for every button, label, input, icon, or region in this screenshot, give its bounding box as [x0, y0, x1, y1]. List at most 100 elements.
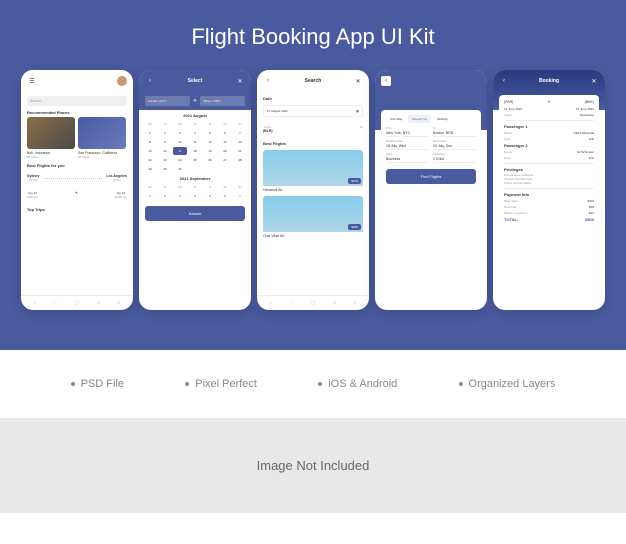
cal-day[interactable]: 22 — [143, 156, 157, 164]
cal-day[interactable]: 11 — [188, 138, 202, 146]
features-row: PSD File Pixel Perfect iOS & Android Org… — [0, 350, 626, 418]
back-icon[interactable]: ‹ — [263, 76, 273, 86]
best-flights-label: Best Flights for you — [27, 163, 127, 168]
cal-day[interactable]: 19 — [203, 147, 217, 155]
tab-oneway[interactable]: One Way — [386, 115, 406, 123]
cal-day[interactable]: 9 — [158, 138, 172, 146]
feature-item: Organized Layers — [459, 378, 556, 390]
cal-day[interactable]: 28 — [233, 156, 247, 164]
screen-select: ‹ Select ✕ London (LCY) ✈ Tokyo ( NRT) 2… — [139, 70, 251, 310]
name-value: Olivia Weissnat — [573, 131, 594, 135]
user-icon[interactable]: ☺ — [332, 300, 337, 306]
cal-day[interactable]: 6 — [218, 192, 232, 200]
menu-icon[interactable]: ☰ — [27, 76, 37, 86]
tab-roundtrip[interactable]: Round Trip — [408, 115, 431, 123]
cal-day[interactable]: 4 — [188, 192, 202, 200]
flight-name: Cras Vitae Air — [263, 234, 363, 238]
cal-day[interactable]: 10 — [173, 138, 187, 146]
cal-day[interactable]: 2 — [158, 192, 172, 200]
back-icon[interactable]: ‹ — [381, 76, 391, 86]
close-icon[interactable]: ✕ — [589, 76, 599, 86]
place-card[interactable]: Bali, Indonesia 98 Visits — [27, 117, 75, 159]
cal-day[interactable]: 3 — [173, 129, 187, 137]
dep-date: 12 June 2021 — [504, 107, 522, 111]
close-icon[interactable]: ✕ — [353, 76, 363, 86]
user-icon[interactable]: ☺ — [96, 300, 101, 306]
cal-day-selected[interactable]: 17 — [173, 147, 187, 155]
cal-day[interactable]: 24 — [173, 156, 187, 164]
cal-day[interactable]: 4 — [188, 129, 202, 137]
from-value[interactable]: (BLR) — [263, 129, 273, 133]
divider — [504, 120, 594, 121]
to-select[interactable]: Tokyo ( NRT) — [200, 96, 245, 106]
dest-label: Dest Fee: — [504, 205, 517, 209]
more-icon[interactable]: ≡ — [118, 300, 121, 306]
find-flights-button[interactable]: Find Flights — [386, 169, 476, 184]
calendar-icon[interactable]: ▢ — [310, 300, 315, 306]
to-field[interactable]: Boston, BOS — [433, 130, 476, 137]
total-row: TOTAL:$500 — [504, 217, 594, 222]
home-icon[interactable]: ⌂ — [33, 300, 36, 306]
flight-card[interactable]: $370 Hendrerit Air — [263, 150, 363, 192]
cal-day[interactable]: 30 — [158, 165, 172, 173]
cal-day[interactable]: 13 — [218, 138, 232, 146]
flight-card[interactable]: $290 Cras Vitae Air — [263, 196, 363, 238]
flight-route[interactable]: Sydney (SYD) Los Angeles (LAX) — [21, 170, 133, 187]
cal-day[interactable]: 25 — [188, 156, 202, 164]
cal-day[interactable]: 15 — [143, 147, 157, 155]
cal-day[interactable]: 29 — [143, 165, 157, 173]
ret-field[interactable]: 23 July, Sun — [433, 143, 476, 150]
cal-day[interactable]: 26 — [203, 156, 217, 164]
cal-day[interactable]: 23 — [158, 156, 172, 164]
name-value: Gil Schmeler — [577, 150, 594, 154]
cal-day[interactable]: 5 — [203, 129, 217, 137]
cal-day[interactable]: 18 — [188, 147, 202, 155]
cal-day[interactable]: 2 — [158, 129, 172, 137]
flight-price: $370 — [348, 178, 361, 184]
from-select[interactable]: London (LCY) — [145, 96, 190, 106]
search-input[interactable]: Search ... — [27, 96, 127, 106]
plane-icon: ✈ — [548, 100, 551, 104]
home-icon[interactable]: ⌂ — [269, 300, 272, 306]
calendar-grid: Mo Tu We Th Fr Sa Su 1234567 — [139, 184, 251, 200]
route-selector: London (LCY) ✈ Tokyo ( NRT) — [139, 92, 251, 110]
bullet-icon — [459, 382, 463, 386]
flight-name: Hendrerit Air — [263, 188, 363, 192]
class-value: Bussiness — [580, 113, 594, 117]
close-icon[interactable]: ✕ — [235, 76, 245, 86]
cal-day[interactable]: 7 — [233, 192, 247, 200]
cal-day[interactable]: 21 — [233, 147, 247, 155]
cal-day[interactable]: 8 — [143, 138, 157, 146]
name-label: Name: — [504, 150, 513, 154]
search-button[interactable]: Search — [145, 206, 245, 221]
class-field[interactable]: Business — [386, 156, 429, 163]
cal-day[interactable]: 20 — [218, 147, 232, 155]
pax-field[interactable]: 2 Child — [433, 156, 476, 163]
cal-day[interactable]: 12 — [203, 138, 217, 146]
cal-day[interactable]: 14 — [233, 138, 247, 146]
bullet-icon — [71, 382, 75, 386]
place-image — [78, 117, 126, 149]
back-icon[interactable]: ‹ — [499, 76, 509, 86]
cal-day[interactable]: 5 — [203, 192, 217, 200]
place-card[interactable]: San Francisco, California 54 Visits — [78, 117, 126, 159]
more-icon[interactable]: ≡ — [354, 300, 357, 306]
calendar-icon[interactable]: ▢ — [74, 300, 79, 306]
cal-day[interactable]: 6 — [218, 129, 232, 137]
tab-multicity[interactable]: Multicity — [433, 115, 452, 123]
priv-label: Privileges — [504, 167, 594, 172]
cal-day[interactable]: 31 — [173, 165, 187, 173]
cal-day[interactable]: 27 — [218, 156, 232, 164]
cal-day[interactable]: 1 — [143, 129, 157, 137]
avatar[interactable] — [117, 76, 127, 86]
dep-field[interactable]: 18 July, Wed — [386, 143, 429, 150]
heart-icon[interactable]: ♡ — [289, 300, 293, 306]
back-icon[interactable]: ‹ — [145, 76, 155, 86]
heart-icon[interactable]: ♡ — [53, 300, 57, 306]
date-field[interactable]: 17 August 2021 ▦ — [263, 105, 363, 117]
cal-day[interactable]: 16 — [158, 147, 172, 155]
from-field[interactable]: New York, NYC — [386, 130, 429, 137]
cal-day[interactable]: 3 — [173, 192, 187, 200]
cal-day[interactable]: 7 — [233, 129, 247, 137]
cal-day[interactable]: 1 — [143, 192, 157, 200]
